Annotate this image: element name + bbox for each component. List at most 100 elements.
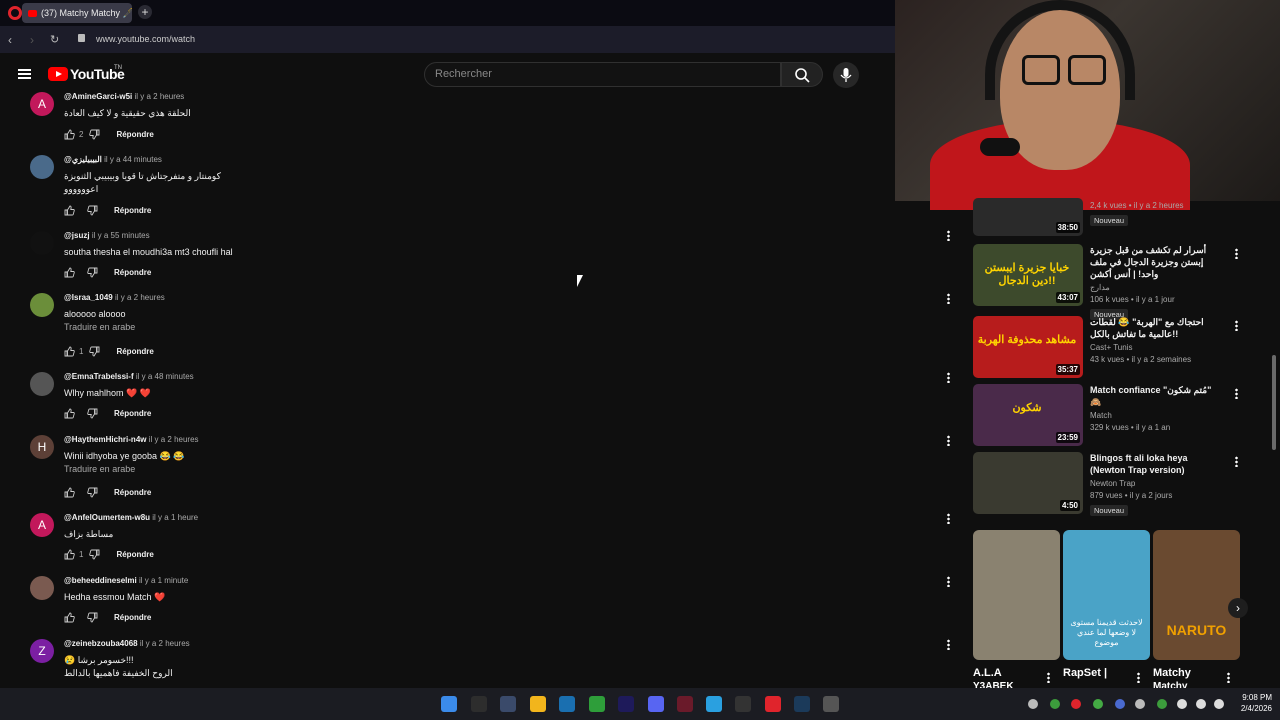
more-actions-icon[interactable] bbox=[947, 230, 950, 241]
dislike-icon[interactable] bbox=[87, 408, 98, 419]
like-icon[interactable] bbox=[64, 549, 75, 560]
dislike-icon[interactable] bbox=[87, 487, 98, 498]
video-menu-icon[interactable] bbox=[1235, 456, 1238, 467]
short-title[interactable]: A.L.A bbox=[973, 667, 1002, 679]
comment-author[interactable]: @HaythemHichri-n4w bbox=[64, 435, 146, 444]
channel-name[interactable]: Newton Trap bbox=[1090, 479, 1220, 488]
vegas-icon[interactable] bbox=[677, 696, 693, 712]
channel-name[interactable]: Match bbox=[1090, 411, 1220, 420]
youtube-logo-icon[interactable] bbox=[48, 67, 68, 81]
video-title[interactable]: Blingos ft ali loka heya (Newton Trap ve… bbox=[1090, 452, 1220, 476]
channel-name[interactable]: Cast+ Tunis bbox=[1090, 343, 1220, 352]
recommended-video[interactable]: مشاهد محذوفة الهربة 35:37 احتجاك مع "الهرب… bbox=[973, 316, 1243, 380]
comment-time[interactable]: il y a 2 heures bbox=[149, 435, 199, 444]
comment-time[interactable]: il y a 44 minutes bbox=[104, 155, 162, 164]
short-menu-icon[interactable] bbox=[1047, 672, 1050, 683]
new-tab-button[interactable]: + bbox=[138, 5, 152, 19]
sidebar-scrollbar[interactable] bbox=[1272, 355, 1276, 450]
reply-button[interactable]: Répondre bbox=[116, 347, 153, 356]
more-actions-icon[interactable] bbox=[947, 435, 950, 446]
search-input[interactable]: Rechercher bbox=[424, 62, 781, 87]
reply-button[interactable]: Répondre bbox=[114, 613, 151, 622]
telegram-icon[interactable] bbox=[706, 696, 722, 712]
video-thumbnail[interactable]: خبايا جزيرة ايبستن دين الدجال!! 43:07 bbox=[973, 244, 1083, 306]
video-thumbnail[interactable]: 38:50 bbox=[973, 198, 1083, 236]
short-menu-icon[interactable] bbox=[1137, 672, 1140, 683]
battery-icon[interactable] bbox=[1214, 699, 1224, 709]
dislike-icon[interactable] bbox=[87, 205, 98, 216]
comment-time[interactable]: il y a 2 heures bbox=[115, 293, 165, 302]
comment-author[interactable]: @AnfelOumertem-w8u bbox=[64, 513, 150, 522]
comment-time[interactable]: il y a 1 minute bbox=[139, 576, 188, 585]
epic-games-icon[interactable] bbox=[471, 696, 487, 712]
comment-avatar[interactable] bbox=[30, 231, 54, 255]
tray-app-icon-6[interactable] bbox=[1135, 699, 1145, 709]
reply-button[interactable]: Répondre bbox=[114, 206, 151, 215]
comment-avatar[interactable] bbox=[30, 576, 54, 600]
dislike-icon[interactable] bbox=[89, 129, 100, 140]
translate-link[interactable]: Traduire en arabe bbox=[64, 464, 424, 474]
premiere-icon[interactable] bbox=[618, 696, 634, 712]
comment-author[interactable]: @البيبيليزي bbox=[64, 155, 102, 164]
comment-time[interactable]: il y a 2 heures bbox=[135, 92, 185, 101]
volume-icon[interactable] bbox=[1196, 699, 1206, 709]
more-actions-icon[interactable] bbox=[947, 513, 950, 524]
comment-avatar[interactable] bbox=[30, 293, 54, 317]
video-title[interactable]: Match confiance "مُتم شكون" 🙈 bbox=[1090, 384, 1220, 408]
start-icon[interactable] bbox=[441, 696, 457, 712]
dislike-icon[interactable] bbox=[87, 612, 98, 623]
video-menu-icon[interactable] bbox=[1235, 388, 1238, 399]
search-button[interactable] bbox=[781, 62, 823, 87]
comment-time[interactable]: il y a 1 heure bbox=[152, 513, 198, 522]
like-icon[interactable] bbox=[64, 267, 75, 278]
short-thumbnail[interactable]: لاحدثت قديمنا مستوى لا وضعها لما عندي مو… bbox=[1063, 530, 1150, 660]
like-icon[interactable] bbox=[64, 487, 75, 498]
browser-tab-active[interactable]: (37) Matchy Matchy 🖋️ E bbox=[22, 3, 132, 23]
dislike-icon[interactable] bbox=[89, 549, 100, 560]
like-icon[interactable] bbox=[64, 408, 75, 419]
file-explorer-icon[interactable] bbox=[530, 696, 546, 712]
url-text[interactable]: www.youtube.com/watch bbox=[96, 34, 195, 44]
libreoffice-icon[interactable] bbox=[559, 696, 575, 712]
discord-icon[interactable] bbox=[648, 696, 664, 712]
reply-button[interactable]: Répondre bbox=[116, 550, 153, 559]
comment-avatar[interactable]: A bbox=[30, 92, 54, 116]
more-actions-icon[interactable] bbox=[947, 639, 950, 650]
comment-author[interactable]: @jsuzj bbox=[64, 231, 90, 240]
more-actions-icon[interactable] bbox=[947, 576, 950, 587]
tray-app-icon-1[interactable] bbox=[1028, 699, 1038, 709]
menu-hamburger-icon[interactable] bbox=[18, 69, 31, 79]
steam-icon[interactable] bbox=[794, 696, 810, 712]
xbox-icon[interactable] bbox=[589, 696, 605, 712]
short-title[interactable]: RapSet | bbox=[1063, 667, 1107, 679]
comment-avatar[interactable]: Z bbox=[30, 639, 54, 663]
opera-logo-icon[interactable] bbox=[8, 6, 22, 20]
davinci-icon[interactable] bbox=[500, 696, 516, 712]
comment-author[interactable]: @AmineGarci-w5i bbox=[64, 92, 132, 101]
comment-author[interactable]: @EmnaTrabelssi-f bbox=[64, 372, 134, 381]
tray-app-icon-5[interactable] bbox=[1115, 699, 1125, 709]
tray-app-icon-7[interactable] bbox=[1157, 699, 1167, 709]
video-thumbnail[interactable]: 4:50 bbox=[973, 452, 1083, 514]
recommended-video[interactable]: شكون 23:59 Match confiance "مُتم شكون" 🙈 Ma… bbox=[973, 384, 1243, 448]
comment-avatar[interactable] bbox=[30, 155, 54, 179]
dislike-icon[interactable] bbox=[87, 267, 98, 278]
reply-button[interactable]: Répondre bbox=[114, 409, 151, 418]
reply-button[interactable]: Répondre bbox=[116, 130, 153, 139]
shorts-next-button[interactable]: › bbox=[1228, 598, 1248, 618]
short-menu-icon[interactable] bbox=[1227, 672, 1230, 683]
network-icon[interactable] bbox=[1177, 699, 1187, 709]
tray-app-icon-4[interactable] bbox=[1093, 699, 1103, 709]
forward-arrow-icon[interactable]: › bbox=[30, 33, 34, 47]
video-menu-icon[interactable] bbox=[1235, 320, 1238, 331]
settings-icon[interactable] bbox=[823, 696, 839, 712]
comment-time[interactable]: il y a 55 minutes bbox=[92, 231, 150, 240]
comment-avatar[interactable]: H bbox=[30, 435, 54, 459]
like-icon[interactable] bbox=[64, 205, 75, 216]
translate-link[interactable]: Traduire en arabe bbox=[64, 322, 424, 332]
comment-author[interactable]: @beheeddineselmi bbox=[64, 576, 137, 585]
video-title[interactable]: أسرار لم تكشف من قبل جزيرة إبستن وجزيرة … bbox=[1090, 244, 1220, 280]
reload-icon[interactable]: ↻ bbox=[50, 33, 59, 46]
recommended-video[interactable]: 4:50 Blingos ft ali loka heya (Newton Tra… bbox=[973, 452, 1243, 516]
tray-app-icon-2[interactable] bbox=[1050, 699, 1060, 709]
